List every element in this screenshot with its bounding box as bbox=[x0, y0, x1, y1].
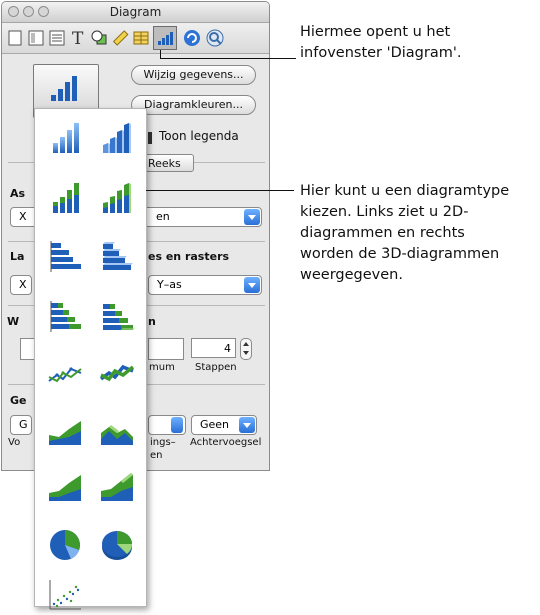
separator-popup[interactable] bbox=[148, 415, 186, 435]
table-icon[interactable] bbox=[132, 29, 150, 47]
steps-field[interactable]: 4 bbox=[191, 338, 236, 358]
window-title: Diagram bbox=[109, 5, 162, 19]
chart-type-pie-3d[interactable] bbox=[97, 525, 137, 565]
callout-chart-type: Hier kunt u een diagramtype kiezen. Link… bbox=[300, 183, 510, 283]
format-section-title: Ge bbox=[10, 394, 27, 407]
prefix-label: Vo bbox=[8, 437, 21, 448]
suffix-label: Achtervoegsel bbox=[190, 437, 262, 448]
chart-type-stacked-bar-2d[interactable] bbox=[45, 177, 85, 217]
chart-type-stacked-horizontal-bar-3d[interactable] bbox=[97, 297, 137, 337]
value-section-title-rest: n bbox=[148, 315, 156, 328]
axis-section-title: As bbox=[10, 187, 26, 200]
callout-chart-inspector: Hiermee opent u het infovenster 'Diagram… bbox=[300, 24, 462, 61]
show-legend-label: Toon legenda bbox=[159, 129, 239, 143]
minimum-label: mum bbox=[149, 362, 175, 373]
chart-type-palette bbox=[34, 108, 147, 610]
chart-colors-button[interactable]: Diagramkleuren... bbox=[131, 95, 256, 115]
minimum-field-right[interactable] bbox=[148, 338, 184, 360]
chart-type-scatter[interactable] bbox=[45, 575, 85, 615]
callout-leader-top-tick bbox=[160, 50, 161, 59]
title-bar: Diagram bbox=[2, 2, 269, 23]
chart-icon[interactable] bbox=[153, 26, 177, 50]
graphic-icon[interactable] bbox=[90, 29, 108, 47]
steps-stepper[interactable] bbox=[240, 338, 252, 360]
text-icon[interactable]: T bbox=[69, 29, 87, 47]
chart-type-horizontal-bar-3d[interactable] bbox=[97, 237, 137, 277]
chevron-down-icon bbox=[239, 417, 255, 433]
labels-axis-popup[interactable]: Y–as bbox=[148, 275, 262, 295]
chart-type-bar-2d[interactable] bbox=[45, 117, 85, 157]
callout-leader-middle bbox=[146, 190, 294, 191]
edit-data-button[interactable]: Wijzig gegevens... bbox=[131, 65, 256, 85]
show-legend-checkbox[interactable] bbox=[148, 132, 152, 144]
inspector-toolbar: T bbox=[2, 23, 269, 54]
labels-left-popup[interactable]: X bbox=[10, 275, 32, 295]
suffix-popup[interactable]: Geen bbox=[191, 415, 257, 435]
labels-section-title: La bbox=[10, 250, 25, 263]
layout-icon[interactable] bbox=[27, 29, 45, 47]
format-popup[interactable]: G bbox=[10, 415, 32, 435]
chevron-down-icon bbox=[244, 277, 260, 293]
labels-section-title-rest: es en rasters bbox=[148, 250, 230, 263]
chart-type-horizontal-bar-2d[interactable] bbox=[45, 237, 85, 277]
chart-type-area-2d[interactable] bbox=[45, 411, 85, 451]
chart-type-stacked-area-3d[interactable] bbox=[97, 467, 137, 507]
chart-type-stacked-horizontal-bar-2d[interactable] bbox=[45, 297, 85, 337]
link-icon[interactable] bbox=[183, 29, 201, 47]
svg-text:T: T bbox=[72, 29, 84, 47]
callout-leader-top bbox=[160, 58, 296, 59]
value-section-title: W bbox=[7, 315, 20, 328]
document-icon[interactable] bbox=[6, 29, 24, 47]
steps-label: Stappen bbox=[195, 362, 237, 373]
chart-type-line-2d[interactable] bbox=[45, 355, 85, 395]
chart-type-stacked-bar-3d[interactable] bbox=[97, 177, 137, 217]
quicktime-icon[interactable] bbox=[206, 29, 224, 47]
chart-type-bar-3d[interactable] bbox=[97, 117, 137, 157]
wrap-icon[interactable] bbox=[48, 29, 66, 47]
chevron-down-icon bbox=[244, 209, 260, 225]
separator-label-2: en bbox=[150, 450, 163, 461]
chart-type-line-3d[interactable] bbox=[97, 355, 137, 395]
chart-type-pie-2d[interactable] bbox=[45, 525, 85, 565]
chart-type-area-3d[interactable] bbox=[97, 411, 137, 451]
chart-type-stacked-area-2d[interactable] bbox=[45, 467, 85, 507]
metrics-icon[interactable] bbox=[111, 29, 129, 47]
separator-label: ings– bbox=[150, 437, 176, 448]
